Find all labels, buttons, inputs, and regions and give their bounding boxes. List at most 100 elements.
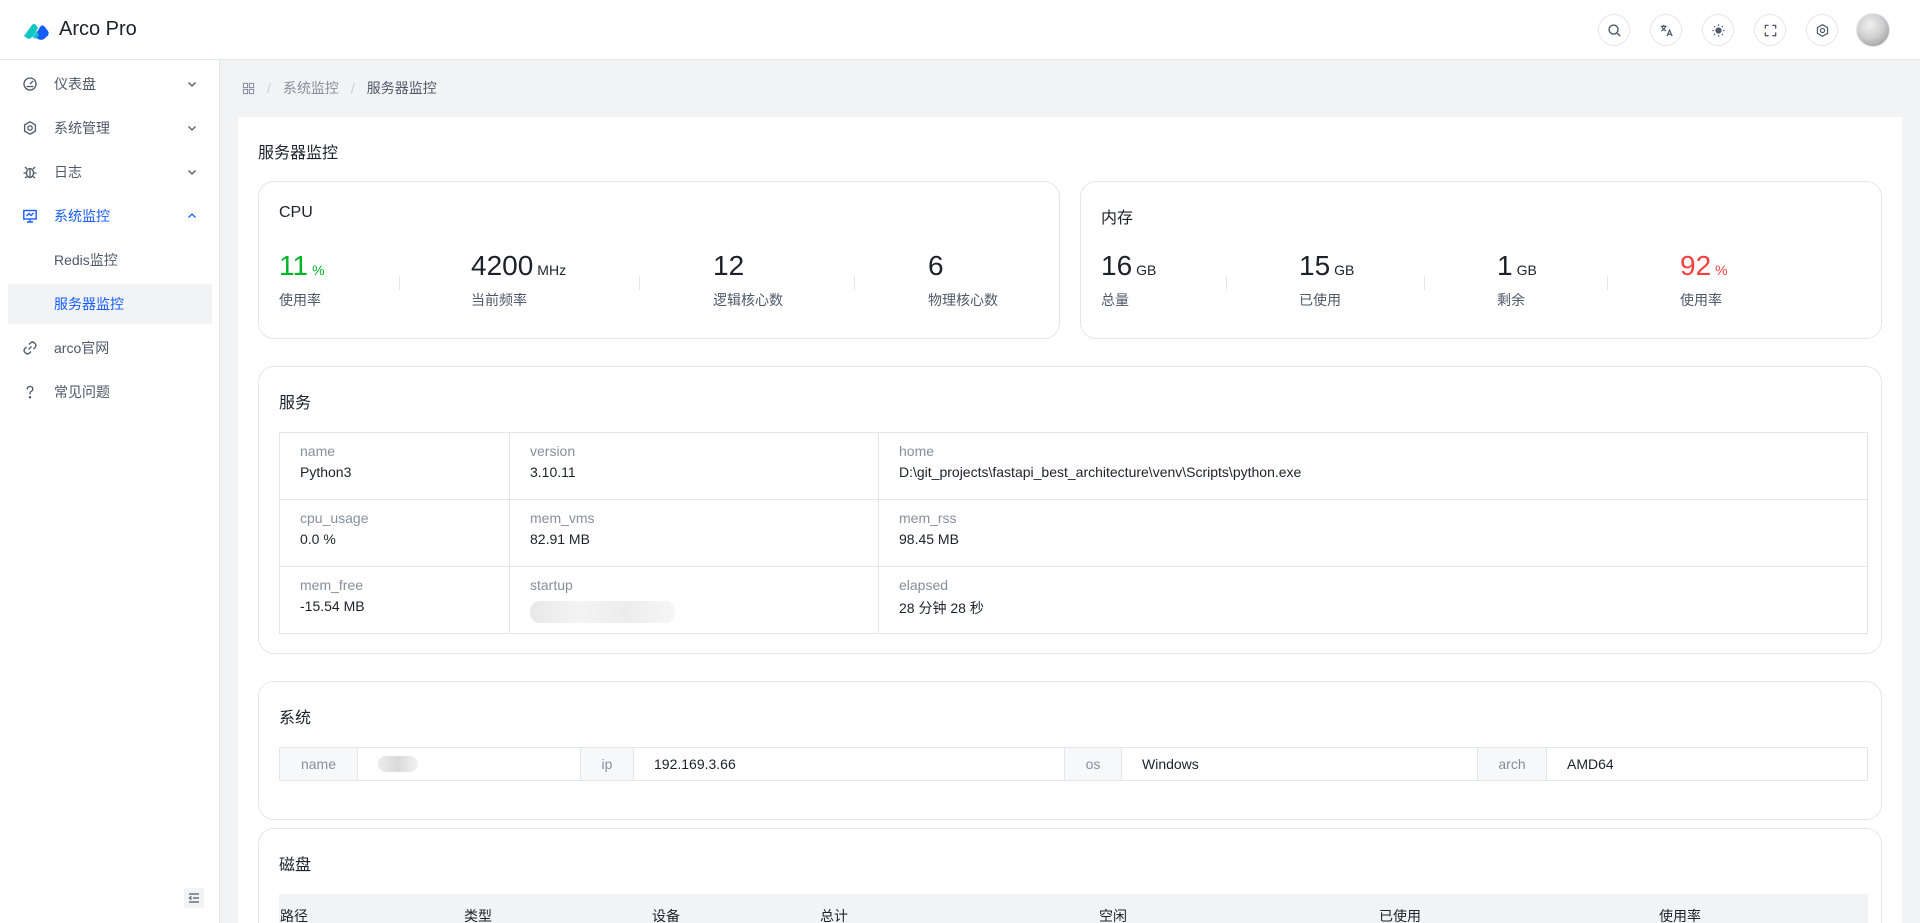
sidebar-item-system-monitor[interactable]: 系统监控 bbox=[8, 196, 212, 236]
sidebar-item-faq[interactable]: 常见问题 bbox=[8, 372, 212, 412]
stat-label: 剩余 bbox=[1497, 292, 1525, 308]
stat-label: 物理核心数 bbox=[928, 292, 998, 308]
table-header-cell: 空闲 bbox=[1099, 908, 1127, 923]
desc-value: D:\git_projects\fastapi_best_architectur… bbox=[899, 464, 1302, 480]
memory-used-stat: 15 GB 已使用 bbox=[1299, 250, 1354, 310]
top-navbar: Arco Pro bbox=[0, 0, 1920, 60]
descriptions-cell: startup bbox=[509, 566, 879, 634]
stat-unit: GB bbox=[1136, 262, 1157, 278]
desc-key: startup bbox=[530, 577, 573, 593]
sidebar-item-label: arco官网 bbox=[54, 340, 110, 356]
sidebar-collapse-button[interactable] bbox=[184, 888, 204, 908]
desc-key: home bbox=[899, 443, 935, 459]
stat-value: 6 bbox=[928, 250, 944, 281]
table-header-cell: 总计 bbox=[820, 908, 848, 923]
stat-label: 总量 bbox=[1101, 292, 1129, 308]
breadcrumb-item[interactable]: 系统监控 bbox=[283, 78, 339, 98]
theme-toggle-button[interactable] bbox=[1702, 14, 1734, 46]
breadcrumb: / 系统监控 / 服务器监控 bbox=[242, 78, 437, 98]
stat-value: 16 bbox=[1101, 250, 1133, 281]
disk-card-title: 磁盘 bbox=[279, 857, 312, 874]
sidebar-item-logs[interactable]: 日志 bbox=[8, 152, 212, 192]
desc-value: 0.0 % bbox=[300, 531, 336, 547]
stat-label: 已使用 bbox=[1299, 292, 1341, 308]
breadcrumb-separator: / bbox=[267, 80, 271, 96]
sidebar-item-server-monitor[interactable]: 服务器监控 bbox=[8, 284, 212, 324]
cpu-card-title: CPU bbox=[279, 204, 313, 221]
desc-value: Python3 bbox=[300, 464, 352, 480]
sidebar-item-label: 系统监控 bbox=[54, 208, 110, 224]
sidebar-item-dashboard[interactable]: 仪表盘 bbox=[8, 64, 212, 104]
sidebar-item-label: 服务器监控 bbox=[54, 296, 124, 312]
desc-value: 82.91 MB bbox=[530, 531, 590, 547]
cpu-frequency-stat: 4200 MHz 当前频率 bbox=[471, 250, 566, 310]
sidebar-item-label: 仪表盘 bbox=[54, 76, 96, 92]
stat-divider bbox=[1607, 276, 1608, 290]
question-icon bbox=[22, 384, 38, 400]
descriptions-row: cpu_usage 0.0 % mem_vms 82.91 MB mem_rss 98… bbox=[279, 499, 1868, 567]
system-card-title: 系统 bbox=[279, 710, 312, 727]
descriptions-cell: elapsed 28 分钟 28 秒 bbox=[878, 566, 1868, 634]
memory-total-stat: 16 GB 总量 bbox=[1101, 250, 1156, 310]
descriptions-cell: mem_vms 82.91 MB bbox=[509, 499, 879, 567]
desc-value: 98.45 MB bbox=[899, 531, 959, 547]
stat-value: 1 bbox=[1497, 250, 1513, 281]
table-header-cell: 使用率 bbox=[1659, 908, 1701, 923]
desc-value: 28 分钟 28 秒 bbox=[899, 600, 984, 616]
app-logo[interactable]: Arco Pro bbox=[22, 18, 137, 41]
cpu-logical-cores-stat: 12 逻辑核心数 bbox=[713, 250, 783, 310]
settings-icon bbox=[1816, 23, 1828, 37]
breadcrumb-separator: / bbox=[350, 80, 355, 96]
service-descriptions: name Python3 version 3.10.11 home D:\git_pr… bbox=[279, 432, 1868, 634]
stat-value: 12 bbox=[713, 250, 745, 281]
stat-divider bbox=[1226, 276, 1227, 290]
apps-icon[interactable] bbox=[242, 82, 255, 95]
cpu-physical-cores-stat: 6 物理核心数 bbox=[928, 250, 998, 310]
service-card: 服务 name Python3 version 3.10.11 home D:\git… bbox=[258, 366, 1882, 654]
memory-free-stat: 1 GB 剩余 bbox=[1497, 250, 1537, 310]
main-panel: 服务器监控 CPU 11% 使用率 4200 MHz 当前频率 12 逻辑核心数 … bbox=[238, 117, 1902, 923]
descriptions-cell: name Python3 bbox=[279, 432, 510, 500]
sidebar-item-redis-monitor[interactable]: Redis监控 bbox=[8, 240, 212, 280]
fullscreen-icon bbox=[1764, 24, 1776, 36]
memory-usage-stat: 92% 使用率 bbox=[1680, 250, 1728, 310]
memory-card: 内存 16 GB 总量 15 GB 已使用 1 GB 剩余 92% 使用率 bbox=[1080, 181, 1882, 339]
sidebar-item-label: 日志 bbox=[54, 164, 82, 180]
stat-divider bbox=[639, 276, 640, 290]
descriptions-cell: mem_rss 98.45 MB bbox=[878, 499, 1868, 567]
system-card: 系统 name ip 192.169.3.66 os Windows arch … bbox=[258, 681, 1882, 820]
search-button[interactable] bbox=[1598, 14, 1630, 46]
desc-value: 192.169.3.66 bbox=[634, 748, 1065, 780]
stat-unit: % bbox=[1715, 262, 1728, 278]
sidebar-item-system-management[interactable]: 系统管理 bbox=[8, 108, 212, 148]
stat-label: 逻辑核心数 bbox=[713, 292, 783, 308]
memory-card-title: 内存 bbox=[1101, 210, 1134, 227]
system-descriptions: name ip 192.169.3.66 os Windows arch AMD… bbox=[279, 747, 1868, 781]
page-title: 服务器监控 bbox=[258, 145, 339, 162]
stat-value: 15 bbox=[1299, 250, 1331, 281]
language-button[interactable] bbox=[1650, 14, 1682, 46]
desc-value: AMD64 bbox=[1567, 756, 1614, 772]
sidebar-item-label: 系统管理 bbox=[54, 120, 110, 136]
disk-card: 磁盘 路径 类型 设备 总计 空闲 已使用 使用率 bbox=[258, 828, 1882, 923]
chevron-down-icon bbox=[188, 82, 196, 87]
redacted-value bbox=[530, 601, 675, 623]
fullscreen-button[interactable] bbox=[1754, 14, 1786, 46]
desc-key: os bbox=[1065, 748, 1122, 780]
sidebar-item-label: 常见问题 bbox=[54, 384, 110, 400]
language-icon bbox=[1660, 24, 1673, 36]
table-header-cell: 设备 bbox=[652, 908, 680, 923]
desc-key: mem_rss bbox=[899, 510, 957, 526]
desc-key: name bbox=[300, 443, 336, 459]
stat-value: 92 bbox=[1680, 250, 1712, 281]
desc-value: 3.10.11 bbox=[530, 464, 576, 480]
link-icon bbox=[22, 340, 38, 356]
menu-fold-icon bbox=[188, 893, 199, 903]
stat-unit: MHz bbox=[537, 262, 567, 278]
settings-button[interactable] bbox=[1806, 14, 1838, 46]
app-title: Arco Pro bbox=[59, 18, 137, 40]
desc-value bbox=[530, 598, 858, 626]
desc-key: mem_free bbox=[300, 577, 364, 593]
sidebar-item-arco-website[interactable]: arco官网 bbox=[8, 328, 212, 368]
user-avatar[interactable] bbox=[1856, 13, 1890, 47]
